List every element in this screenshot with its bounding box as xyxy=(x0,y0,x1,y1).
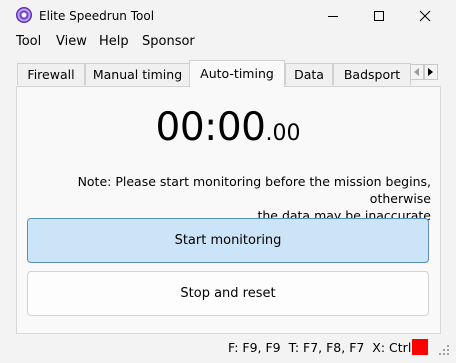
menu-item-sponsor[interactable]: Sponsor xyxy=(142,34,195,50)
tab-firewall[interactable]: Firewall xyxy=(17,63,85,85)
stop-and-reset-button[interactable]: Stop and reset xyxy=(27,271,429,316)
menu-item-help[interactable]: Help xyxy=(99,34,129,50)
timer-display: 00:00.00 xyxy=(0,105,456,158)
start-monitoring-button[interactable]: Start monitoring xyxy=(27,218,429,263)
chevron-left-icon xyxy=(414,68,419,76)
tab-auto-timing[interactable]: Auto-timing xyxy=(189,60,285,87)
timer-fraction-value: .00 xyxy=(265,121,301,146)
tab-data[interactable]: Data xyxy=(285,63,333,85)
tab-scroll-left-button[interactable] xyxy=(410,64,424,80)
status-bar: F: F9, F9 T: F7, F8, F7 X: Ctrl+` xyxy=(0,336,456,363)
chevron-right-icon xyxy=(428,68,433,76)
window-title: Elite Speedrun Tool xyxy=(39,9,155,23)
timer-main-value: 00:00 xyxy=(155,105,266,150)
close-icon xyxy=(419,10,431,22)
menu-item-view[interactable]: View xyxy=(56,34,87,50)
menu-bar: Tool View Help Sponsor xyxy=(0,32,456,52)
minimize-button[interactable] xyxy=(310,0,356,32)
maximize-button[interactable] xyxy=(356,0,402,32)
hotkeys-status: F: F9, F9 T: F7, F8, F7 X: Ctrl+` xyxy=(228,340,429,355)
resize-grip-icon[interactable] xyxy=(438,344,450,356)
start-monitoring-label: Start monitoring xyxy=(174,233,282,248)
monitoring-note: Note: Please start monitoring before the… xyxy=(28,173,431,224)
close-button[interactable] xyxy=(402,0,448,32)
tab-badsport[interactable]: Badsport xyxy=(333,63,411,85)
maximize-icon xyxy=(374,11,384,21)
tab-scroll-right-button[interactable] xyxy=(424,64,438,80)
tab-bar: Firewall Manual timing Auto-timing Data … xyxy=(0,60,456,87)
stop-and-reset-label: Stop and reset xyxy=(180,286,276,301)
tab-manual-timing[interactable]: Manual timing xyxy=(85,63,190,85)
title-bar[interactable]: Elite Speedrun Tool xyxy=(0,0,456,32)
status-indicator xyxy=(412,339,428,355)
app-logo-icon xyxy=(16,7,32,23)
note-line-1: Note: Please start monitoring before the… xyxy=(77,174,431,206)
minimize-icon xyxy=(328,16,338,17)
menu-item-tool[interactable]: Tool xyxy=(16,34,41,50)
